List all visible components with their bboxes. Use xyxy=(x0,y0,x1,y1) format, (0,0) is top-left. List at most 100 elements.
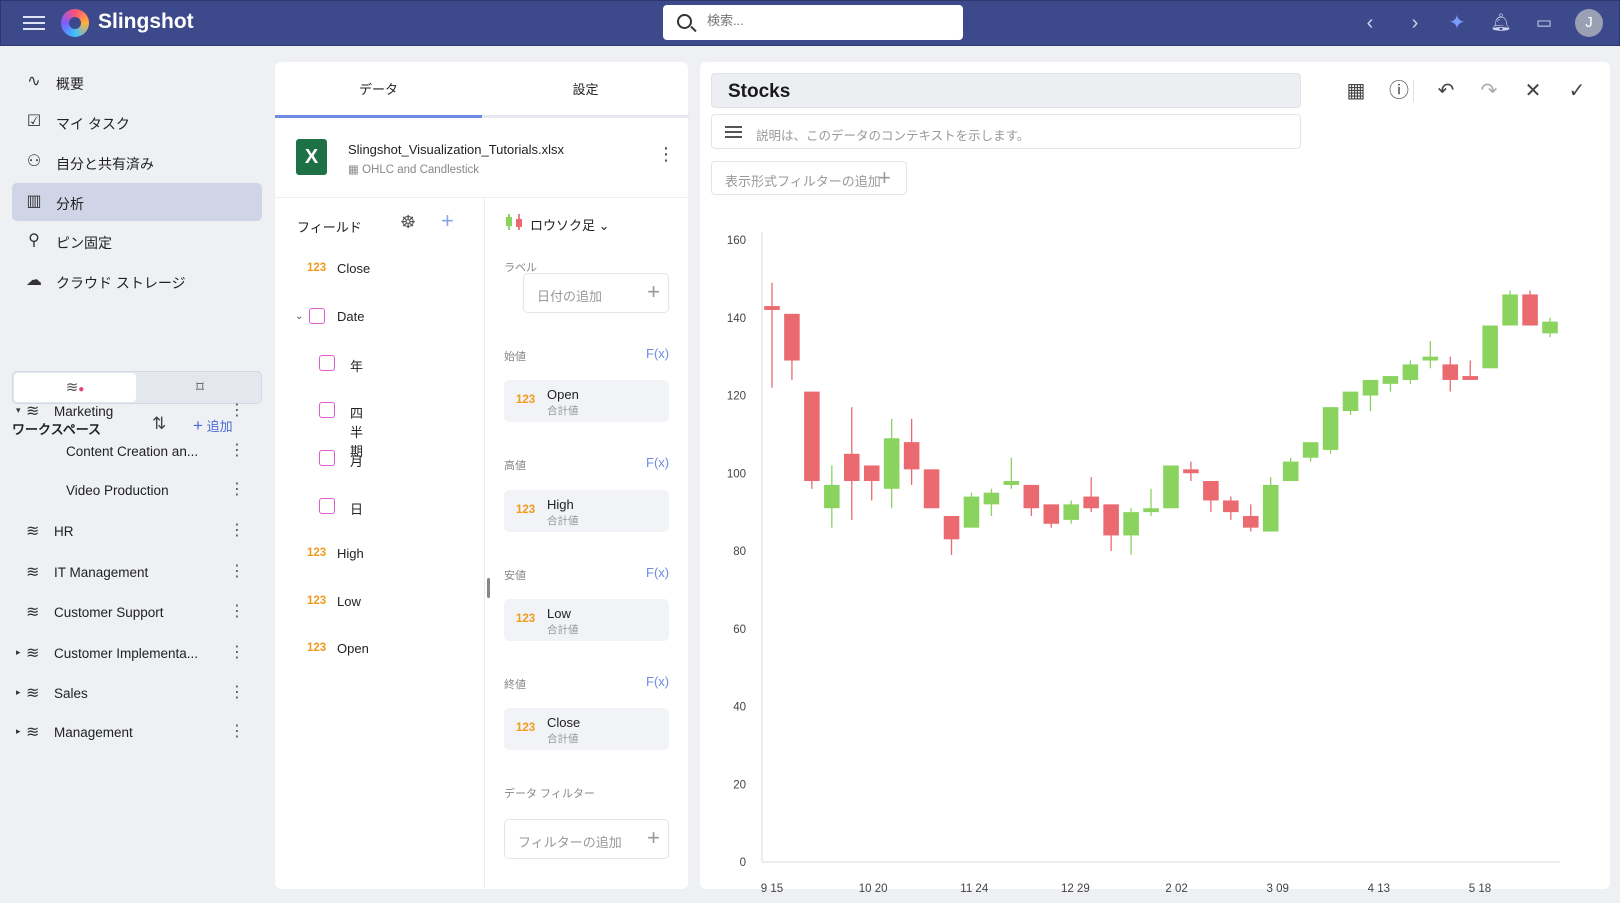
workspace-item-sales[interactable]: ▸ ≋ Sales ⋮ xyxy=(12,678,262,708)
close-slot[interactable]: 123 Close 合計値 xyxy=(504,708,669,750)
nav-item-my-tasks[interactable]: ☑ マイ タスク xyxy=(12,103,262,141)
sparkle-icon[interactable]: ✦ xyxy=(1444,10,1470,36)
workspace-item-content-creation[interactable]: Content Creation an... ⋮ xyxy=(12,436,262,466)
expand-arrow-icon[interactable]: ▸ xyxy=(16,687,21,698)
slot-field: Close xyxy=(547,715,581,730)
more-icon[interactable]: ⋮ xyxy=(657,144,675,165)
nav-item-pinned[interactable]: ⚲ ピン固定 xyxy=(12,222,262,260)
brain-icon[interactable]: ☸ xyxy=(400,212,416,233)
nav-item-cloud-storage[interactable]: ☁ クラウド ストレージ xyxy=(12,262,262,300)
title-input[interactable]: Stocks xyxy=(711,73,1301,108)
expand-arrow-icon[interactable]: ▸ xyxy=(16,647,21,658)
add-field-icon[interactable]: + xyxy=(441,208,454,234)
candle-up xyxy=(963,496,980,528)
slot-field: Open xyxy=(547,387,579,402)
more-icon[interactable]: ⋮ xyxy=(229,601,245,621)
placeholder-text: 説明は、このデータのコンテキストを示します。 xyxy=(756,129,1030,143)
workspace-name: Video Production xyxy=(66,483,169,498)
chat-icon[interactable]: ▭ xyxy=(1531,10,1557,36)
open-section-title: 始値 xyxy=(504,351,526,363)
workspace-item-it-management[interactable]: ≋ IT Management ⋮ xyxy=(12,557,262,587)
workspace-item-customer-support[interactable]: ≋ Customer Support ⋮ xyxy=(12,597,262,627)
tab-settings[interactable]: 設定 xyxy=(482,62,689,118)
high-slot[interactable]: 123 High 合計値 xyxy=(504,490,669,532)
fx-button[interactable]: F(x) xyxy=(646,674,669,689)
more-icon[interactable]: ⋮ xyxy=(229,561,245,581)
plus-icon[interactable]: + xyxy=(878,165,891,191)
nav-item-shared[interactable]: ⚇ 自分と共有済み xyxy=(12,143,262,181)
open-slot[interactable]: 123 Open 合計値 xyxy=(504,380,669,422)
more-icon[interactable]: ⋮ xyxy=(229,479,245,499)
close-icon[interactable]: ✕ xyxy=(1520,78,1546,104)
label-drop-zone[interactable]: 日付の追加 + xyxy=(523,273,669,313)
candle-up xyxy=(1422,356,1439,361)
more-icon[interactable]: ⋮ xyxy=(229,721,245,741)
more-icon[interactable]: ⋮ xyxy=(229,642,245,662)
slot-field: Low xyxy=(547,606,571,621)
number-type-icon: 123 xyxy=(307,547,327,559)
avatar[interactable]: J xyxy=(1575,9,1603,37)
nav-item-label: 概要 xyxy=(56,76,84,92)
candle-down xyxy=(784,313,800,361)
help-icon[interactable]: ⓘ xyxy=(1386,78,1412,104)
number-type-icon: 123 xyxy=(516,613,536,625)
workspace-item-management[interactable]: ▸ ≋ Management ⋮ xyxy=(12,717,262,747)
low-slot[interactable]: 123 Low 合計値 xyxy=(504,599,669,641)
data-filter-drop-zone[interactable]: フィルターの追加 + xyxy=(504,819,669,859)
redo-icon[interactable]: ↷ xyxy=(1476,78,1502,104)
tab-data[interactable]: データ xyxy=(275,62,482,118)
toolbar-divider xyxy=(1413,80,1414,102)
workspace-item-hr[interactable]: ≋ HR ⋮ xyxy=(12,516,262,546)
check-icon[interactable]: ✓ xyxy=(1564,78,1590,104)
candle-up xyxy=(1382,376,1399,384)
sheet-name: ▦ OHLC and Candlestick xyxy=(348,162,479,176)
workspace-item-customer-implementation[interactable]: ▸ ≋ Customer Implementa... ⋮ xyxy=(12,638,262,668)
collapse-arrow-icon[interactable]: ⌄ xyxy=(295,311,303,322)
field-label: Close xyxy=(337,261,371,276)
fx-button[interactable]: F(x) xyxy=(646,455,669,470)
more-icon[interactable]: ⋮ xyxy=(229,520,245,540)
forward-icon[interactable]: › xyxy=(1402,10,1428,36)
data-filter-title: データ フィルター xyxy=(504,788,595,800)
workspace-item-video-production[interactable]: Video Production ⋮ xyxy=(12,475,262,505)
calendar-icon xyxy=(319,498,335,514)
more-icon[interactable]: ⋮ xyxy=(229,440,245,460)
number-type-icon: 123 xyxy=(516,504,536,516)
candle-up xyxy=(1402,364,1419,380)
nav-item-label: 分析 xyxy=(56,196,84,212)
fields-title: フィールド xyxy=(297,220,362,235)
field-label: High xyxy=(337,546,364,561)
fx-button[interactable]: F(x) xyxy=(646,565,669,580)
workspace-item-marketing[interactable]: ▾ ≋ Marketing ⋮ xyxy=(12,396,262,426)
candle-up xyxy=(1143,508,1159,513)
plus-icon[interactable]: + xyxy=(647,279,660,305)
view-filter-button[interactable]: 表示形式フィルターの追加 + xyxy=(711,161,907,195)
more-icon[interactable]: ⋮ xyxy=(229,400,245,420)
top-bar: Slingshot ‹ › ✦ 🔔︎ ▭ J xyxy=(0,0,1620,46)
nav-item-analytics[interactable]: ▥ 分析 xyxy=(12,183,262,221)
menu-icon[interactable] xyxy=(23,12,45,34)
search-box[interactable] xyxy=(663,5,963,40)
back-icon[interactable]: ‹ xyxy=(1357,10,1383,36)
layers-icon: ≋ xyxy=(26,645,40,662)
more-icon[interactable]: ⋮ xyxy=(229,682,245,702)
x-tick-label: 4 13 xyxy=(1368,883,1390,895)
placeholder-text: 表示形式フィルターの追加 xyxy=(725,174,881,189)
nav-item-overview[interactable]: ∿ 概要 xyxy=(12,63,262,101)
data-source-file: X Slingshot_Visualization_Tutorials.xlsx… xyxy=(275,120,688,198)
slot-aggregation: 合計値 xyxy=(547,624,579,636)
x-tick-label: 12 29 xyxy=(1061,883,1090,895)
plus-icon[interactable]: + xyxy=(647,825,660,851)
expand-arrow-icon[interactable]: ▾ xyxy=(16,405,21,416)
x-axis: 9 15 10 20 11 24 12 29 2 02 3 09 4 13 5 18 xyxy=(761,861,1560,895)
description-input[interactable]: 説明は、このデータのコンテキストを示します。 xyxy=(711,114,1301,149)
search-input[interactable] xyxy=(707,13,947,28)
fx-button[interactable]: F(x) xyxy=(646,346,669,361)
workspace-name: Management xyxy=(54,725,133,740)
table-icon[interactable]: ▦ xyxy=(1343,78,1369,104)
bell-icon[interactable]: 🔔︎ xyxy=(1488,10,1514,36)
undo-icon[interactable]: ↶ xyxy=(1433,78,1459,104)
calendar-icon xyxy=(319,450,335,466)
panel-resize-handle[interactable] xyxy=(487,578,490,598)
expand-arrow-icon[interactable]: ▸ xyxy=(16,726,21,737)
